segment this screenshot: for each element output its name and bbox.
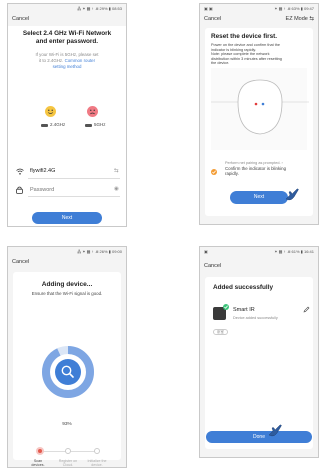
- page-title: Adding device...: [41, 281, 93, 288]
- done-button[interactable]: Done: [206, 431, 312, 443]
- info-line-1: If your Wi-Fi is 5GHz, please set: [35, 52, 99, 57]
- page-title-line-2: and enter password.: [35, 38, 99, 45]
- screen-added-successfully: ▣ ✶ ▩ ↑ .ill 61% ▮ 16:41 Cancel Added suc…: [199, 246, 319, 458]
- step-1-label: Scan devices.: [31, 459, 45, 467]
- edit-name-icon[interactable]: [303, 306, 310, 313]
- nav-bar: Cancel: [200, 260, 318, 271]
- status-bar: ▣ ✶ ▩ ↑ .ill 61% ▮ 16:41: [204, 249, 314, 254]
- device-status: Device added successfully: [233, 316, 278, 320]
- next-button[interactable]: Next: [32, 212, 102, 224]
- status-bar: ⁂ ✶ ▩ ↑ .ill 26% ▮ 09:00: [77, 249, 122, 254]
- screen-reset-device: ▣ ▣ ✶ ▩ ↑ .ill 63% ▮ 09:47 Cancel EZ Mode…: [199, 3, 319, 225]
- smile-face-icon: [45, 106, 56, 117]
- status-bar: ▣ ▣ ✶ ▩ ↑ .ill 63% ▮ 09:47: [204, 6, 314, 11]
- hand-pointer-icon: [267, 423, 283, 437]
- lock-icon: [16, 186, 23, 194]
- page-title-line-1: Select 2.4 GHz Wi-Fi Network: [22, 30, 112, 37]
- confirm-label: Confirm the indicator is blinking rapidl…: [225, 166, 287, 176]
- progress-card: Adding device... Ensure that the Wi-Fi s…: [13, 272, 121, 460]
- label-2-4ghz: 2.4GHz: [50, 122, 66, 127]
- sad-face-icon: [87, 106, 98, 117]
- wifi-icon: [16, 168, 24, 175]
- status-bar: ⁂ ✶ ▩ ↑ .ill 29% ▮ 08:53: [77, 6, 122, 11]
- cancel-button[interactable]: Cancel: [204, 263, 221, 269]
- reset-heading: Reset the device first.: [211, 33, 278, 40]
- hand-pointer-icon: [284, 187, 300, 201]
- step-2-label: Register on Cloud.: [58, 459, 78, 467]
- next-button[interactable]: Next: [230, 191, 288, 204]
- screen-adding-device: ⁂ ✶ ▩ ↑ .ill 26% ▮ 09:00 Cancel Adding d…: [7, 246, 127, 468]
- nav-bar: Cancel: [8, 256, 126, 267]
- device-illustration: [211, 68, 309, 150]
- confirm-checkbox[interactable]: [211, 169, 217, 175]
- room-tag[interactable]: 卧室: [213, 329, 228, 335]
- device-name: Smart IR: [233, 307, 255, 313]
- page-subtitle: Ensure that the Wi-Fi signal is good.: [31, 291, 103, 296]
- cancel-button[interactable]: Cancel: [12, 16, 29, 22]
- progress-ring: [42, 346, 94, 398]
- router-icon-good: [41, 124, 48, 127]
- step-1-dot: [36, 447, 44, 455]
- mode-switch[interactable]: EZ Mode ⇆: [286, 16, 314, 22]
- success-check-icon: [223, 304, 229, 310]
- step-3-dot: [94, 448, 100, 454]
- notification-icons: ▣ ▣: [204, 6, 213, 11]
- page-title: Added successfully: [213, 284, 274, 291]
- info-line-2: it to 2.4GHz. Common router: [38, 58, 96, 63]
- wifi-card: Select 2.4 GHz Wi-Fi Network and enter p…: [8, 26, 126, 226]
- cancel-button[interactable]: Cancel: [12, 259, 29, 265]
- success-card: Added successfully Smart IR Device added…: [205, 277, 313, 449]
- divider: [28, 196, 120, 197]
- step-3-label: Initialize the device.: [87, 459, 107, 467]
- router-method-link-2[interactable]: setting method: [8, 64, 126, 69]
- progress-percent: 93%: [62, 422, 72, 427]
- divider: [28, 178, 120, 179]
- help-link[interactable]: Perform net pairing as prompted. ›: [225, 161, 283, 165]
- nav-bar: Cancel: [8, 13, 126, 24]
- router-icon-bad: [85, 124, 92, 127]
- wifi-network-name[interactable]: flywifi2.4G: [30, 168, 55, 174]
- password-field[interactable]: [30, 185, 106, 194]
- router-method-link[interactable]: Common router: [65, 58, 96, 63]
- show-password-icon[interactable]: ◉: [114, 186, 119, 192]
- reset-description: Power on the device and confirm that the…: [211, 43, 282, 66]
- label-5ghz: 5GHz: [94, 122, 106, 127]
- reset-card: Reset the device first. Power on the dev…: [205, 28, 313, 216]
- cancel-button[interactable]: Cancel: [204, 16, 221, 22]
- switch-network-icon[interactable]: ⇆: [114, 168, 119, 174]
- nav-bar: Cancel EZ Mode ⇆: [200, 13, 318, 24]
- notification-icons: ▣: [204, 249, 208, 254]
- step-2-dot: [65, 448, 71, 454]
- screen-select-wifi: ⁂ ✶ ▩ ↑ .ill 29% ▮ 08:53 Cancel Select 2…: [7, 3, 127, 227]
